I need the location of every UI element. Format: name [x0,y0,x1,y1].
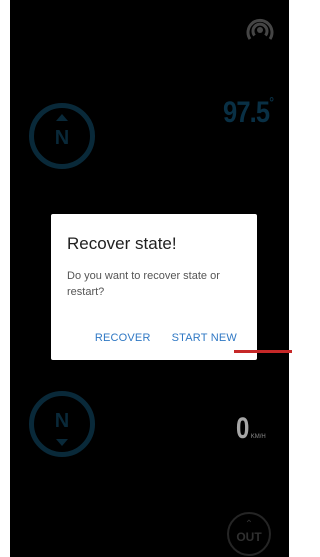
dialog-title: Recover state! [67,234,177,253]
dialog-message: Do you want to recover state or restart? [67,270,220,298]
recover-state-dialog: Recover state! Do you want to recover st… [51,214,257,360]
recover-button[interactable]: RECOVER [95,332,151,344]
start-new-button[interactable]: START NEW [172,332,237,344]
dialog-actions: RECOVER START NEW [95,332,237,344]
red-marker-line [234,350,292,353]
